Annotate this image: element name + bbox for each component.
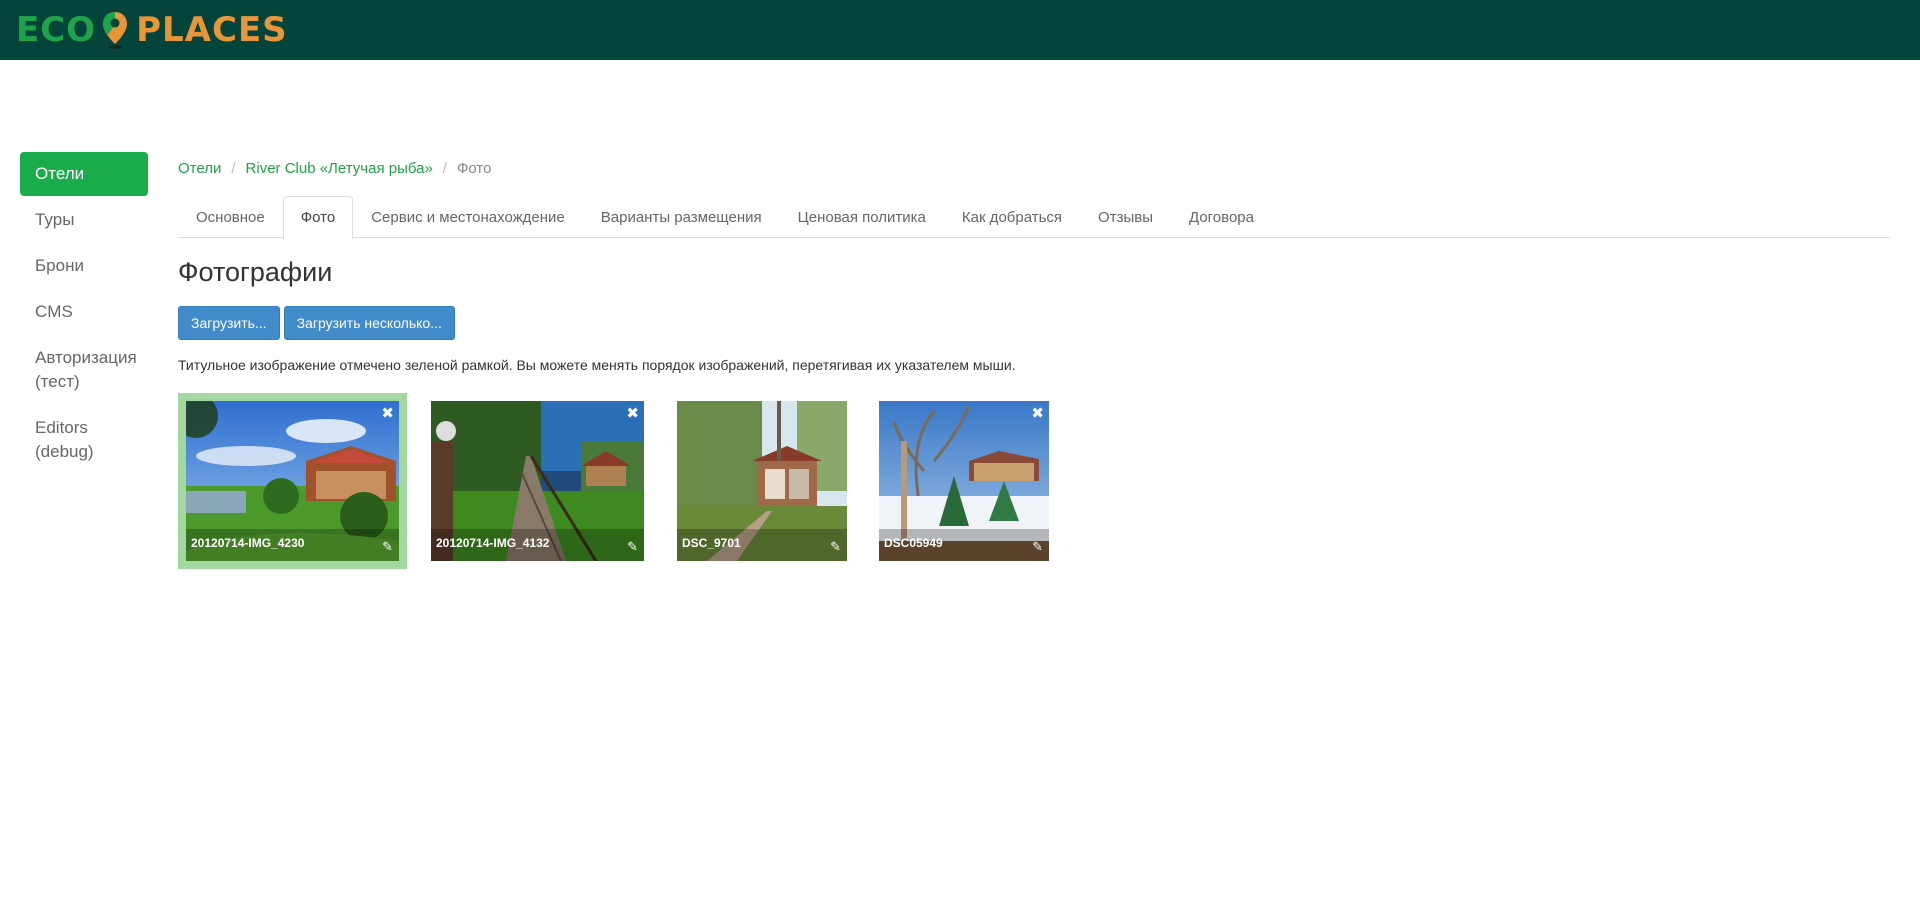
- breadcrumb: Отели / River Club «Летучая рыба» / Фото: [178, 156, 1890, 180]
- sidebar-item-cms[interactable]: CMS: [20, 290, 148, 334]
- pencil-icon[interactable]: ✎: [830, 539, 841, 555]
- tab-accommodation[interactable]: Варианты размещения: [583, 196, 780, 237]
- tab-bar: Основное Фото Сервис и местонахождение В…: [178, 196, 1890, 239]
- photo-caption: 20120714-IMG_4230: [186, 529, 399, 561]
- page-title: Фотографии: [178, 257, 333, 287]
- pencil-icon[interactable]: ✎: [627, 539, 638, 555]
- photo-caption: 20120714-IMG_4132: [431, 529, 644, 561]
- photo-caption: DSC_9701: [677, 529, 847, 561]
- photo-tile[interactable]: 20120714-IMG_4230 ✖ ✎: [178, 393, 407, 569]
- pencil-icon[interactable]: ✎: [382, 539, 393, 555]
- upload-button[interactable]: Загрузить...: [178, 306, 280, 340]
- sidebar: Отели Туры Брони CMS Авторизация (тест) …: [20, 152, 148, 476]
- main-content: Отели / River Club «Летучая рыба» / Фото…: [178, 156, 1890, 573]
- sidebar-item-editors-debug[interactable]: Editors (debug): [20, 406, 148, 474]
- photo-grid: 20120714-IMG_4230 ✖ ✎ 20120714-IMG_4132 …: [178, 393, 1890, 573]
- sidebar-item-tours[interactable]: Туры: [20, 198, 148, 242]
- sidebar-item-auth-test[interactable]: Авторизация (тест): [20, 336, 148, 404]
- tab-pricing[interactable]: Ценовая политика: [780, 196, 944, 237]
- close-icon[interactable]: ✖: [626, 404, 639, 422]
- photo-tile[interactable]: DSC05949 ✖ ✎: [879, 401, 1049, 561]
- top-navbar: ECO PLACES: [0, 0, 1920, 60]
- tab-service-location[interactable]: Сервис и местонахождение: [353, 196, 583, 237]
- close-icon[interactable]: ✖: [1031, 404, 1044, 422]
- breadcrumb-hotel[interactable]: River Club «Летучая рыба»: [246, 160, 433, 177]
- logo-text-eco: ECO: [16, 10, 97, 50]
- hint-text: Титульное изображение отмечено зеленой р…: [178, 357, 1016, 373]
- upload-multiple-button[interactable]: Загрузить несколько...: [283, 306, 455, 340]
- tab-contracts[interactable]: Договора: [1171, 196, 1272, 237]
- logo-text-places: PLACES: [136, 10, 288, 50]
- tab-reviews[interactable]: Отзывы: [1080, 196, 1171, 237]
- upload-buttons: Загрузить... Загрузить несколько...: [178, 306, 1890, 340]
- tab-directions[interactable]: Как добраться: [944, 196, 1080, 237]
- breadcrumb-separator: /: [442, 159, 447, 177]
- map-pin-icon: [103, 12, 128, 49]
- photo-caption: DSC05949: [879, 529, 1049, 561]
- sidebar-item-hotels[interactable]: Отели: [20, 152, 148, 196]
- photo-tile[interactable]: DSC_9701 ✎: [677, 401, 847, 561]
- tab-photo[interactable]: Фото: [282, 196, 354, 239]
- logo[interactable]: ECO PLACES: [16, 10, 288, 50]
- tab-main[interactable]: Основное: [178, 196, 283, 237]
- breadcrumb-current: Фото: [456, 159, 492, 177]
- photo-tile[interactable]: 20120714-IMG_4132 ✖ ✎: [431, 401, 644, 561]
- pencil-icon[interactable]: ✎: [1032, 539, 1043, 555]
- close-icon[interactable]: ✖: [381, 404, 394, 422]
- breadcrumb-hotels[interactable]: Отели: [178, 160, 221, 177]
- breadcrumb-separator: /: [231, 159, 236, 177]
- sidebar-item-bookings[interactable]: Брони: [20, 244, 148, 288]
